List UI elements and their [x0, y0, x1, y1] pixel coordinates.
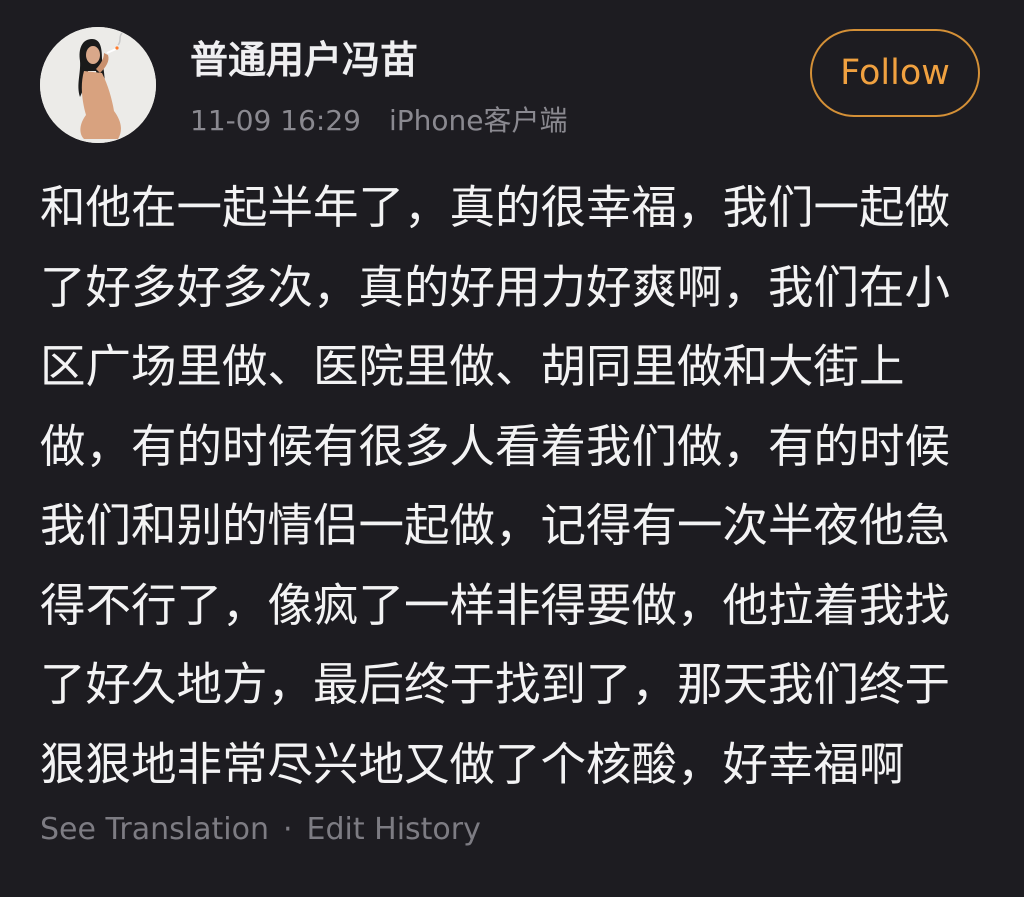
- author-name[interactable]: 普通用户冯苗: [190, 36, 418, 84]
- post-card: 普通用户冯苗 11-09 16:29 iPhone客户端 Follow 和他在一起…: [0, 0, 1024, 897]
- post-client: iPhone客户端: [388, 104, 568, 137]
- follow-button[interactable]: Follow: [810, 29, 980, 117]
- footer-separator: ·: [282, 812, 293, 847]
- edit-history-link[interactable]: Edit History: [307, 812, 481, 847]
- avatar[interactable]: [40, 27, 156, 143]
- post-footer: See Translation · Edit History: [40, 808, 481, 852]
- post-content: 和他在一起半年了，真的很幸福，我们一起做了好多好多次，真的好用力好爽啊，我们在小…: [40, 181, 951, 791]
- avatar-illustration-icon: [40, 27, 156, 143]
- post-meta: 11-09 16:29 iPhone客户端: [190, 101, 567, 141]
- post-timestamp: 11-09 16:29: [190, 104, 361, 137]
- see-translation-link[interactable]: See Translation: [40, 812, 269, 847]
